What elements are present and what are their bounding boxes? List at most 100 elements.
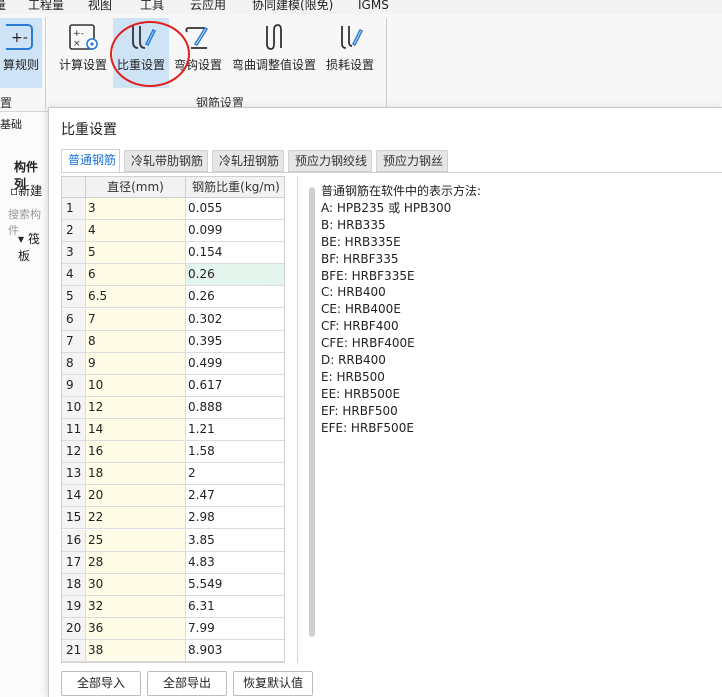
unit-weight-cell[interactable]: 0.499 bbox=[186, 352, 284, 374]
unit-weight-cell[interactable]: 0.302 bbox=[186, 308, 284, 330]
row-index-cell: 6 bbox=[62, 308, 86, 330]
unit-weight-cell[interactable]: 4.83 bbox=[186, 551, 284, 573]
unit-weight-cell[interactable]: 1.58 bbox=[186, 441, 284, 463]
tab-ordinary-rebar[interactable]: 普通钢筋 bbox=[61, 149, 120, 173]
unit-weight-cell[interactable]: 0.395 bbox=[186, 330, 284, 352]
table-row[interactable]: 17 28 4.83 bbox=[62, 551, 284, 574]
header-index bbox=[62, 177, 86, 198]
diameter-cell[interactable]: 30 bbox=[86, 573, 186, 595]
notation-line: C: HRB400 bbox=[321, 285, 386, 300]
calc-rule-button[interactable]: +- 算规则 bbox=[0, 18, 42, 88]
diameter-cell[interactable]: 4 bbox=[86, 220, 186, 242]
table-row[interactable]: 14 20 2.47 bbox=[62, 485, 284, 508]
table-row[interactable]: 20 36 7.99 bbox=[62, 617, 284, 640]
menu-item-igms[interactable]: IGMS bbox=[358, 0, 389, 12]
unit-weight-cell[interactable]: 0.26 bbox=[186, 286, 284, 308]
table-row[interactable]: 3 5 0.154 bbox=[62, 242, 284, 265]
diameter-cell[interactable]: 3 bbox=[86, 198, 186, 219]
diameter-cell[interactable]: 12 bbox=[86, 396, 186, 418]
table-row[interactable]: 12 16 1.58 bbox=[62, 441, 284, 464]
diameter-cell[interactable]: 5 bbox=[86, 242, 186, 264]
diameter-cell[interactable]: 8 bbox=[86, 330, 186, 352]
unit-weight-cell[interactable]: 0.617 bbox=[186, 374, 284, 396]
bend-adjust-button[interactable]: 弯曲调整值设置 bbox=[228, 18, 320, 88]
table-row[interactable]: 7 8 0.395 bbox=[62, 330, 284, 353]
table-row[interactable]: 8 9 0.499 bbox=[62, 352, 284, 375]
unit-weight-cell[interactable]: 0.888 bbox=[186, 396, 284, 418]
tree-expand-icon[interactable]: ▾ bbox=[18, 232, 24, 246]
calc-settings-button[interactable]: +- × 计算设置 bbox=[56, 18, 110, 88]
tab-prestressed-strand[interactable]: 预应力钢绞线 bbox=[288, 150, 372, 172]
unit-weight-cell[interactable]: 1.21 bbox=[186, 419, 284, 440]
table-row[interactable]: 21 38 8.903 bbox=[62, 640, 284, 662]
diameter-cell[interactable]: 32 bbox=[86, 595, 186, 617]
diameter-cell[interactable]: 36 bbox=[86, 617, 186, 639]
unit-weight-cell[interactable]: 9.87 bbox=[186, 662, 285, 663]
menu-item-cloud[interactable]: 云应用 bbox=[190, 0, 226, 12]
table-row[interactable]: 10 12 0.888 bbox=[62, 396, 284, 419]
diameter-cell[interactable]: 9 bbox=[86, 352, 186, 374]
tree-item-raft[interactable]: ▾ 筏板 bbox=[18, 230, 48, 264]
table-row[interactable]: 22409.87 bbox=[62, 662, 285, 663]
diameter-cell[interactable]: 6.5 bbox=[86, 286, 186, 308]
table-row[interactable]: 9 10 0.617 bbox=[62, 374, 284, 397]
diameter-cell[interactable]: 18 bbox=[86, 463, 186, 485]
table-row[interactable]: 4 6 0.26 bbox=[62, 264, 284, 287]
unit-weight-cell[interactable]: 8.903 bbox=[186, 640, 284, 661]
diameter-cell[interactable]: 28 bbox=[86, 551, 186, 573]
layer-tab-foundation[interactable]: 基础 bbox=[0, 116, 22, 132]
table-row[interactable]: 2 4 0.099 bbox=[62, 220, 284, 243]
diameter-cell[interactable]: 20 bbox=[86, 485, 186, 507]
menu-item-view[interactable]: 视图 bbox=[88, 0, 112, 12]
diameter-cell[interactable]: 16 bbox=[86, 441, 186, 463]
loss-settings-button[interactable]: 损耗设置 bbox=[322, 18, 378, 88]
svg-text:+-: +- bbox=[73, 29, 84, 39]
import-all-button[interactable]: 全部导入 bbox=[61, 671, 141, 696]
unit-weight-cell[interactable]: 0.154 bbox=[186, 242, 284, 264]
row-index-cell: 4 bbox=[62, 264, 86, 286]
menu-item-collab-modeling[interactable]: 协同建模(限免) bbox=[252, 0, 333, 12]
notation-line: CE: HRB400E bbox=[321, 302, 401, 317]
row-index-cell: 3 bbox=[62, 242, 86, 264]
table-row[interactable]: 5 6.5 0.26 bbox=[62, 286, 284, 309]
export-all-button[interactable]: 全部导出 bbox=[147, 671, 227, 696]
diameter-cell[interactable]: 6 bbox=[86, 264, 186, 286]
unit-weight-cell[interactable]: 2.98 bbox=[186, 507, 284, 529]
row-index-cell: 1 bbox=[62, 198, 86, 219]
new-component-button[interactable]: ▫新建 bbox=[10, 182, 42, 199]
tab-cold-rolled-twisted[interactable]: 冷轧扭钢筋 bbox=[212, 150, 284, 172]
diameter-cell[interactable]: 38 bbox=[86, 640, 186, 661]
table-row[interactable]: 6 7 0.302 bbox=[62, 308, 284, 331]
tab-cold-rolled-ribbed[interactable]: 冷轧带肋钢筋 bbox=[124, 150, 208, 172]
table-header: 直径(mm) 钢筋比重(kg/m) bbox=[62, 177, 284, 198]
unit-weight-cell[interactable]: 7.99 bbox=[186, 617, 284, 639]
unit-weight-cell[interactable]: 6.31 bbox=[186, 595, 284, 617]
unit-weight-cell[interactable]: 0.26 bbox=[186, 264, 284, 286]
unit-weight-cell[interactable]: 2 bbox=[186, 463, 284, 485]
unit-weight-cell[interactable]: 0.055 bbox=[186, 198, 284, 219]
ribbon-separator bbox=[386, 18, 387, 108]
table-row[interactable]: 18 30 5.549 bbox=[62, 573, 284, 596]
diameter-cell[interactable]: 25 bbox=[86, 529, 186, 551]
table-row[interactable]: 15 22 2.98 bbox=[62, 507, 284, 530]
menu-item-quantity-partial[interactable]: 量 bbox=[0, 0, 6, 12]
menu-item-tools[interactable]: 工具 bbox=[140, 0, 164, 12]
diameter-cell[interactable]: 40 bbox=[86, 662, 186, 663]
diameter-cell[interactable]: 10 bbox=[86, 374, 186, 396]
menu-item-engineering-quantity[interactable]: 工程量 bbox=[28, 0, 64, 12]
diameter-cell[interactable]: 22 bbox=[86, 507, 186, 529]
restore-defaults-button[interactable]: 恢复默认值 bbox=[233, 671, 313, 696]
table-row[interactable]: 19 32 6.31 bbox=[62, 595, 284, 618]
diameter-cell[interactable]: 7 bbox=[86, 308, 186, 330]
table-row[interactable]: 16 25 3.85 bbox=[62, 529, 284, 552]
table-row[interactable]: 13 18 2 bbox=[62, 463, 284, 486]
table-row[interactable]: 11 14 1.21 bbox=[62, 419, 284, 442]
unit-weight-cell[interactable]: 3.85 bbox=[186, 529, 284, 551]
tab-prestressed-wire[interactable]: 预应力钢丝 bbox=[376, 150, 448, 172]
unit-weight-cell[interactable]: 0.099 bbox=[186, 220, 284, 242]
info-scrollbar[interactable] bbox=[309, 187, 315, 637]
unit-weight-cell[interactable]: 5.549 bbox=[186, 573, 284, 595]
table-row[interactable]: 1 3 0.055 bbox=[62, 198, 284, 221]
unit-weight-cell[interactable]: 2.47 bbox=[186, 485, 284, 507]
diameter-cell[interactable]: 14 bbox=[86, 419, 186, 440]
